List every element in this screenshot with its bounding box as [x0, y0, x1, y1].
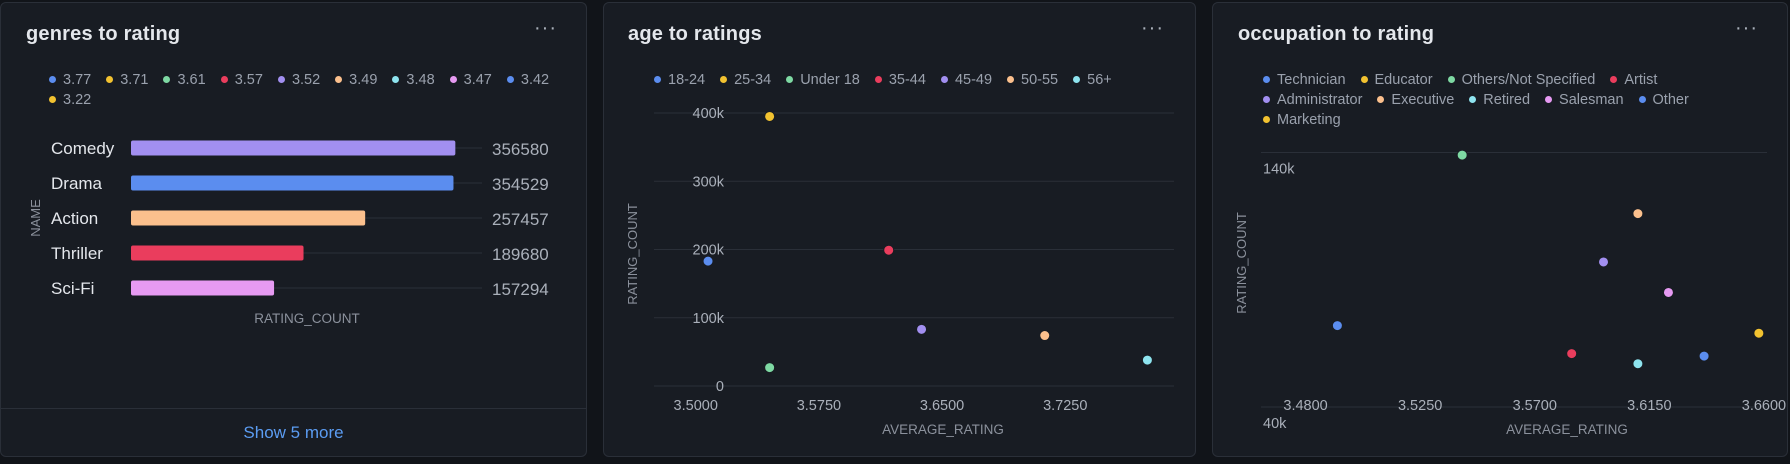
data-point	[702, 255, 714, 267]
x-tick-label: 3.7250	[1043, 398, 1087, 414]
data-point	[1456, 149, 1468, 161]
data-point	[1753, 327, 1765, 339]
occupation-to-rating-panel: occupation to rating ··· Technician Educa…	[1212, 2, 1788, 457]
y-tick-label: 140k	[1263, 162, 1295, 178]
y-tick-label: 40k	[1263, 416, 1287, 432]
bar	[131, 210, 366, 226]
x-tick-label: 3.5750	[797, 398, 841, 414]
value-label: 189680	[492, 245, 549, 264]
show-more-bar: Show 5 more	[1, 408, 586, 456]
y-axis-label: NAME	[28, 199, 43, 237]
x-axis-label: AVERAGE_RATING	[1506, 422, 1628, 437]
y-tick-label: 100k	[693, 311, 725, 327]
y-tick-label: 300k	[693, 174, 725, 190]
data-point	[1331, 320, 1343, 332]
x-axis-label: AVERAGE_RATING	[882, 422, 1004, 437]
data-point	[916, 323, 928, 335]
data-point	[1566, 348, 1578, 360]
value-label: 257457	[492, 210, 549, 229]
category-label: Drama	[51, 174, 103, 193]
x-tick-label: 3.6150	[1627, 398, 1671, 414]
value-label: 157294	[492, 280, 549, 299]
y-axis-label: RATING_COUNT	[625, 203, 640, 305]
y-tick-label: 400k	[693, 106, 725, 122]
show-more-button[interactable]: Show 5 more	[243, 423, 343, 443]
x-axis-label: RATING_COUNT	[254, 311, 360, 326]
x-tick-label: 3.5250	[1398, 398, 1442, 414]
category-label: Thriller	[51, 244, 103, 263]
age-scatter-chart: 0100k200k300k400k3.5000 3.5750 3.6500 3.725…	[625, 106, 1174, 437]
bar	[131, 175, 454, 191]
data-point	[883, 244, 895, 256]
data-point	[764, 362, 776, 374]
y-axis-label: RATING_COUNT	[1234, 212, 1249, 314]
data-point	[1598, 256, 1610, 268]
x-tick-label: 3.6600	[1742, 398, 1786, 414]
category-label: Action	[51, 209, 98, 228]
category-label: Sci-Fi	[51, 279, 94, 298]
data-point	[1141, 354, 1153, 366]
age-to-ratings-panel: age to ratings ··· 18-24 25-34 Under 18 35-…	[603, 2, 1196, 457]
genres-bar-chart: Comedy 356580 Drama 354529 Action 257457 Thril…	[28, 139, 549, 326]
genres-to-rating-panel: genres to rating ··· 3.77 3.71 3.61 3.57 3.5…	[0, 2, 587, 457]
data-point	[1632, 358, 1644, 370]
data-point	[1662, 286, 1674, 298]
y-tick-label: 0	[716, 379, 724, 395]
x-tick-label: 3.4800	[1283, 398, 1327, 414]
bar	[131, 140, 456, 156]
x-tick-label: 3.5700	[1513, 398, 1557, 414]
bar	[131, 245, 304, 261]
data-point	[1698, 350, 1710, 362]
data-point	[764, 110, 776, 122]
x-tick-label: 3.6500	[920, 398, 964, 414]
value-label: 356580	[492, 140, 549, 159]
x-tick-label: 3.5000	[674, 398, 718, 414]
category-label: Comedy	[51, 139, 115, 158]
occupation-scatter-chart: 40k 140k 3.4800 3.5250 3.5700 3.6150 3.6600 AVE…	[1234, 149, 1786, 437]
data-point	[1632, 208, 1644, 220]
data-point	[1039, 330, 1051, 342]
value-label: 354529	[492, 175, 549, 194]
bar	[131, 280, 275, 296]
